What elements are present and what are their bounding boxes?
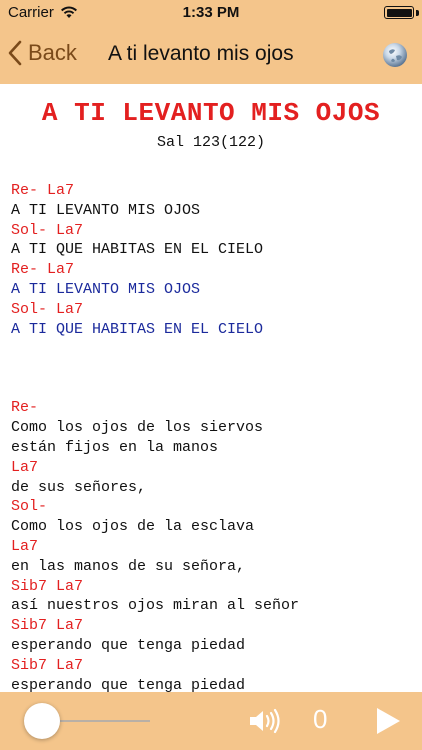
stanza-gap (11, 339, 422, 398)
chord-line: Re- (11, 399, 39, 417)
chord-line: Sol- (11, 498, 48, 516)
lyric-line: A TI QUE HABITAS EN EL CIELO (11, 241, 264, 259)
nav-title: A ti levanto mis ojos (108, 42, 294, 65)
chord-line: Sib7 La7 (11, 577, 84, 595)
chord-line: La7 (11, 537, 39, 555)
lyric-line: A TI QUE HABITAS EN EL CIELO (11, 320, 264, 338)
chord-line: Sib7 La7 (11, 617, 84, 635)
lyric-line: así nuestros ojos miran al señor (11, 597, 300, 615)
lyric-line: esperando que tenga piedad (11, 636, 246, 654)
nav-bar: Back A ti levanto mis ojos (0, 26, 422, 84)
back-button[interactable]: Back (8, 40, 77, 66)
lyrics-block-verse: Re- Como los ojos de los siervos están fij… (11, 398, 422, 692)
song-content[interactable]: A TI LEVANTO MIS OJOS Sal 123(122) Re- L… (0, 84, 422, 692)
play-icon[interactable] (374, 706, 402, 736)
lyric-line: A TI LEVANTO MIS OJOS (11, 201, 201, 219)
battery-tip (416, 10, 419, 16)
lyric-line: Como los ojos de la esclava (11, 518, 255, 536)
lyric-line: están fijos en la manos (11, 438, 219, 456)
globe-icon[interactable] (382, 42, 408, 68)
audio-player: 0 (0, 692, 422, 750)
elapsed-time: 0 (313, 704, 328, 734)
lyrics: Re- La7 A TI LEVANTO MIS OJOS Sol- La7 A TI… (0, 181, 422, 692)
chevron-left-icon (8, 40, 22, 66)
song-reference: Sal 123(122) (156, 134, 266, 151)
lyric-line: A TI LEVANTO MIS OJOS (11, 280, 201, 298)
status-time: 1:33 PM (182, 4, 240, 21)
status-bar: Carrier 1:33 PM (0, 0, 422, 26)
chord-line: Re- La7 (11, 182, 75, 199)
lyric-line: en las manos de su señora, (11, 557, 246, 575)
chord-line: Sol- La7 (11, 221, 84, 239)
lyrics-block-refrain: Re- La7 A TI LEVANTO MIS OJOS Sol- La7 A TI… (11, 181, 422, 339)
chord-line: Sol- La7 (11, 300, 84, 318)
lyric-line: esperando que tenga piedad (11, 676, 246, 692)
lyric-line: de sus señores, (11, 478, 147, 496)
lyric-line: Como los ojos de los siervos (11, 419, 264, 437)
chord-line: Re- La7 (11, 261, 75, 279)
progress-slider-thumb[interactable] (24, 703, 60, 739)
battery-icon (384, 6, 414, 19)
chord-line: Sib7 La7 (11, 656, 84, 674)
speaker-icon[interactable] (248, 708, 280, 734)
chord-line: La7 (11, 458, 39, 476)
back-label: Back (28, 40, 77, 65)
song-title: A TI LEVANTO MIS OJOS (41, 98, 381, 128)
